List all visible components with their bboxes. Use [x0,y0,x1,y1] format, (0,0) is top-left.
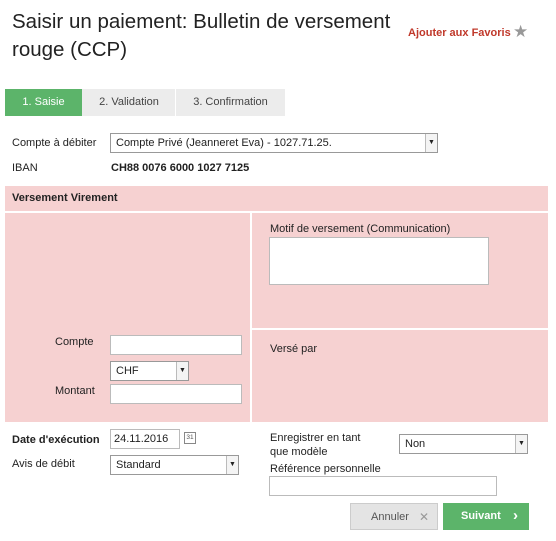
compte-input[interactable] [110,335,242,355]
star-icon[interactable]: ★ [513,22,528,42]
chevron-down-icon: ▼ [176,362,188,380]
cancel-button-label: Annuler [371,511,409,523]
calendar-icon[interactable]: 31 [184,432,196,444]
debit-account-value: Compte Privé (Jeanneret Eva) - 1027.71.2… [116,137,332,149]
next-button[interactable]: Suivant › [443,503,529,530]
currency-select[interactable]: CHF ▼ [110,361,189,381]
chevron-down-icon: ▼ [425,134,437,152]
step-saisie: 1. Saisie [5,89,82,116]
iban-value: CH88 0076 6000 1027 7125 [111,162,250,174]
step-tabs: 1. Saisie 2. Validation 3. Confirmation [5,89,285,116]
chevron-down-icon: ▼ [226,456,238,474]
debit-account-select[interactable]: Compte Privé (Jeanneret Eva) - 1027.71.2… [110,133,438,153]
save-template-label-line1: Enregistrer en tant [270,432,361,444]
save-template-select[interactable]: Non ▼ [399,434,528,454]
avis-debit-label: Avis de débit [12,458,75,470]
next-button-label: Suivant [461,510,501,522]
execution-date-input[interactable]: 24.11.2016 [110,429,180,449]
chevron-right-icon: › [513,507,518,524]
avis-debit-value: Standard [116,459,161,471]
reference-input[interactable] [269,476,497,496]
motif-label: Motif de versement (Communication) [270,223,451,235]
step-confirmation: 3. Confirmation [193,96,268,108]
save-template-label: Enregistrer en tant que modèle [270,431,361,459]
page-title: Saisir un paiement: Bulletin de versemen… [12,10,391,61]
execution-date-label: Date d'exécution [12,434,100,446]
compte-label: Compte [55,336,94,348]
step-validation: 2. Validation [99,96,159,108]
iban-label: IBAN [12,162,38,174]
montant-label: Montant [55,385,95,397]
section-title: Versement Virement [12,192,118,204]
chevron-down-icon: ▼ [515,435,527,453]
close-icon: ✕ [419,510,430,524]
avis-debit-select[interactable]: Standard ▼ [110,455,239,475]
cancel-button[interactable]: Annuler ✕ [350,503,438,530]
montant-input[interactable] [110,384,242,404]
save-template-label-line2: que modèle [270,446,328,458]
add-favorites-link[interactable]: Ajouter aux Favoris [408,27,511,39]
verse-par-label: Versé par [270,343,318,355]
debit-account-label: Compte à débiter [12,137,97,149]
reference-label: Référence personnelle [270,463,381,475]
motif-textarea[interactable] [269,237,489,285]
currency-value: CHF [116,365,139,377]
save-template-value: Non [405,438,426,450]
